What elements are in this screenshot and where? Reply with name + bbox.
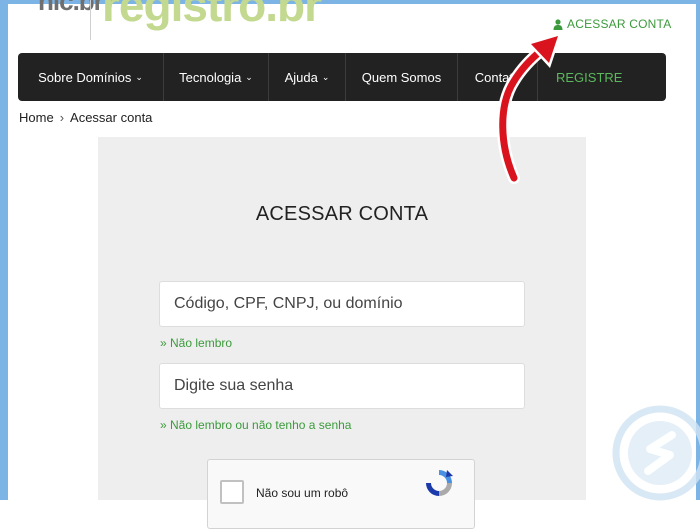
recaptcha-checkbox[interactable]: [220, 480, 244, 504]
window-frame-right: [696, 0, 700, 500]
nav-item-sobre-dominios[interactable]: Sobre Domínios ⌄: [18, 53, 164, 101]
account-login-link[interactable]: ACESSAR CONTA: [553, 17, 671, 31]
nav-item-tecnologia[interactable]: Tecnologia ⌄: [164, 53, 269, 101]
breadcrumb: Home › Acessar conta: [19, 110, 152, 125]
chevron-down-icon: ⌄: [135, 71, 143, 82]
account-link-label: ACESSAR CONTA: [567, 17, 672, 31]
nav-item-label: Quem Somos: [361, 69, 442, 85]
nav-item-quem-somos[interactable]: Quem Somos: [346, 53, 458, 101]
forgot-password-link[interactable]: » Não lembro ou não tenho a senha: [160, 418, 351, 432]
logo-nic: nic.br: [38, 0, 104, 16]
forgot-code-link[interactable]: » Não lembro: [160, 336, 232, 350]
breadcrumb-home-link[interactable]: Home: [19, 110, 54, 125]
nav-item-registre[interactable]: REGISTRE: [538, 53, 666, 101]
logo-divider: [90, 0, 91, 40]
breadcrumb-current: Acessar conta: [70, 110, 153, 125]
recaptcha-widget: Não sou um robô: [207, 459, 475, 529]
nav-item-ajuda[interactable]: Ajuda ⌄: [269, 53, 346, 101]
recaptcha-logo-icon: [422, 466, 456, 505]
breadcrumb-separator: ›: [59, 110, 65, 125]
chevron-down-icon: ⌄: [321, 71, 330, 82]
nav-item-label: Tecnologia: [179, 69, 242, 85]
nav-item-label: REGISTRE: [556, 69, 623, 85]
nav-item-label: Ajuda: [284, 69, 318, 85]
nav-item-contato[interactable]: Contato: [458, 53, 538, 101]
site-logo[interactable]: nic.br registro.br: [30, 0, 322, 42]
password-input[interactable]: [159, 363, 525, 409]
login-panel: ACESSAR CONTA » Não lembro » Não lembro …: [98, 137, 586, 529]
user-icon: [553, 18, 563, 30]
recaptcha-label: Não sou um robô: [256, 486, 349, 500]
main-nav: Sobre Domínios ⌄ Tecnologia ⌄ Ajuda ⌄ Qu…: [18, 53, 666, 101]
page-title: ACESSAR CONTA: [255, 203, 429, 225]
nav-item-label: Contato: [474, 69, 521, 85]
chevron-down-icon: ⌄: [245, 71, 253, 82]
nav-item-label: Sobre Domínios: [38, 69, 132, 85]
window-frame-left: [0, 0, 8, 500]
code-input[interactable]: [159, 281, 525, 327]
logo-registro: registro.br: [102, 0, 322, 31]
watermark-logo: [612, 405, 700, 506]
